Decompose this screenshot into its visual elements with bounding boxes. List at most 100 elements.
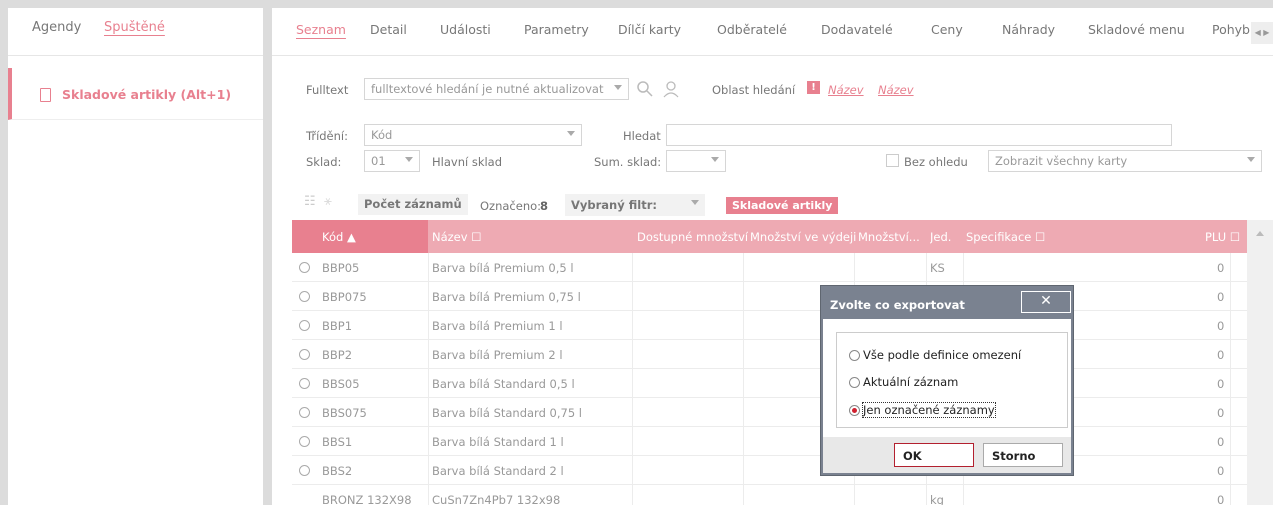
table-row[interactable]: BBS2 Barva bílá Standard 2 l 0	[292, 456, 1247, 485]
cell-nazev: Barva bílá Premium 2 l	[432, 348, 563, 362]
option-current-record[interactable]: Aktuální záznam	[849, 375, 958, 389]
col-jed[interactable]: Jed.	[930, 230, 951, 244]
cell-jed: KS	[930, 261, 945, 275]
cell-nazev: Barva bílá Standard 2 l	[432, 464, 564, 478]
radio-icon[interactable]	[849, 350, 860, 361]
search-icon[interactable]	[636, 80, 654, 98]
sort-select[interactable]: Kód	[364, 124, 582, 146]
tree-icon[interactable]: ☷	[304, 194, 316, 209]
tab-odberatele[interactable]: Odběratelé	[717, 22, 787, 37]
warning-badge: !	[807, 81, 820, 94]
show-cards-select[interactable]: Zobrazit všechny karty	[988, 150, 1262, 172]
cell-nazev: Barva bílá Premium 1 l	[432, 319, 563, 333]
selected-filter-select[interactable]: Vybraný filtr:	[565, 194, 705, 216]
row-radio[interactable]	[299, 407, 310, 418]
tab-pohyb[interactable]: Pohyb	[1212, 22, 1252, 37]
table-row[interactable]: BBP075 Barva bílá Premium 0,75 l 0	[292, 282, 1247, 311]
tab-udalosti[interactable]: Události	[440, 22, 491, 37]
sum-store-select[interactable]	[666, 150, 726, 172]
table-row[interactable]: BBP05 Barva bílá Premium 0,5 l KS 0	[292, 253, 1247, 282]
area-link-nazev-2[interactable]: Název	[878, 83, 914, 97]
table-row[interactable]: BBP2 Barva bílá Premium 2 l 0	[292, 340, 1247, 369]
vertical-scrollbar[interactable]	[1247, 220, 1273, 505]
row-radio[interactable]	[299, 378, 310, 389]
col-dostupne[interactable]: Dostupné množství	[637, 230, 748, 244]
marked-count: 8	[540, 199, 549, 213]
table-row[interactable]: BRONZ 132X98 CuSn7Zn4Pb7 132x98 kg 0	[292, 485, 1247, 505]
table-row[interactable]: BBS075 Barva bílá Standard 0,75 l 0	[292, 398, 1247, 427]
cell-jed: kg	[930, 493, 944, 505]
store-select[interactable]: 01	[364, 150, 420, 172]
option-all-by-restriction[interactable]: Vše podle definice omezení	[849, 348, 1021, 362]
tab-scroll-arrows[interactable]: ◀ ▶	[1251, 22, 1273, 44]
tab-skladove-menu[interactable]: Skladové menu	[1088, 22, 1185, 37]
tab-parametry[interactable]: Parametry	[524, 22, 589, 37]
count-records-button[interactable]: Počet záznamů	[358, 194, 468, 215]
radio-selected-icon[interactable]	[849, 405, 860, 416]
row-radio[interactable]	[299, 436, 310, 447]
cell-plu: 0	[1217, 290, 1225, 304]
option-label: Jen označené záznamy	[862, 402, 996, 418]
row-radio[interactable]	[299, 320, 310, 331]
cell-plu: 0	[1217, 377, 1225, 391]
tab-dilci-karty[interactable]: Dílčí karty	[618, 22, 681, 37]
tab-seznam[interactable]: Seznam	[296, 22, 346, 37]
main-panel: Seznam Detail Události Parametry Dílčí k…	[272, 8, 1273, 505]
store-name: Hlavní sklad	[432, 155, 503, 169]
store-value: 01	[371, 154, 386, 168]
user-search-icon[interactable]	[662, 80, 680, 98]
store-label: Sklad:	[306, 155, 342, 169]
cell-kod: BBS075	[322, 406, 367, 420]
sorted-column-highlight	[292, 220, 428, 253]
col-kod[interactable]: Kód ▲	[322, 230, 356, 244]
col-mnozstvi[interactable]: Množství...	[858, 230, 924, 244]
tab-nahrady[interactable]: Náhrady	[1002, 22, 1055, 37]
col-plu[interactable]: PLU ☐	[1205, 230, 1240, 244]
cell-kod: BRONZ 132X98	[322, 493, 412, 505]
ok-button[interactable]: OK	[894, 443, 974, 467]
row-radio[interactable]	[299, 349, 310, 360]
tab-ceny[interactable]: Ceny	[931, 22, 963, 37]
row-radio[interactable]	[299, 291, 310, 302]
cell-nazev: Barva bílá Standard 0,75 l	[432, 406, 582, 420]
area-link-nazev[interactable]: Název	[828, 83, 864, 97]
cell-kod: BBS05	[322, 377, 360, 391]
cell-plu: 0	[1217, 464, 1225, 478]
search-input[interactable]	[666, 124, 1172, 146]
chevron-down-icon	[691, 200, 699, 205]
row-radio[interactable]	[299, 465, 310, 476]
cell-nazev: Barva bílá Standard 1 l	[432, 435, 564, 449]
search-area-label: Oblast hledání	[712, 83, 796, 97]
cell-nazev: CuSn7Zn4Pb7 132x98	[432, 493, 561, 505]
radio-icon[interactable]	[849, 377, 860, 388]
sidebar-item-skladove-artikly[interactable]: Skladové artikly (Alt+1)	[8, 68, 263, 120]
row-radio[interactable]	[299, 262, 310, 273]
cell-plu: 0	[1217, 261, 1225, 275]
col-specifikace[interactable]: Specifikace ☐	[966, 230, 1045, 244]
option-marked-records[interactable]: Jen označené záznamy	[849, 402, 996, 418]
selected-filter-label: Vybraný filtr:	[571, 198, 657, 212]
cancel-button[interactable]: Storno	[983, 443, 1063, 467]
table-row[interactable]: BBP1 Barva bílá Premium 1 l 0	[292, 311, 1247, 340]
dialog-title: Zvolte co exportovat	[830, 298, 965, 312]
tab-dodavatele[interactable]: Dodavatelé	[821, 22, 893, 37]
col-nazev[interactable]: Název ☐	[432, 230, 482, 244]
tab-detail[interactable]: Detail	[370, 22, 407, 37]
data-grid: Kód ▲ Název ☐ Dostupné množství Množství…	[292, 220, 1273, 505]
scroll-up-icon[interactable]	[1256, 231, 1264, 236]
close-icon[interactable]: ✕	[1021, 291, 1071, 313]
marked-label: Označeno:	[480, 199, 542, 213]
cell-nazev: Barva bílá Premium 0,75 l	[432, 290, 581, 304]
regardless-checkbox[interactable]	[886, 154, 899, 167]
cell-kod: BBS1	[322, 435, 353, 449]
export-dialog: Zvolte co exportovat ✕ Vše podle definic…	[820, 285, 1074, 476]
filter-clear-icon[interactable]: ⚹	[324, 194, 332, 209]
col-ve-vydeji[interactable]: Množství ve výdeji	[750, 230, 856, 244]
regardless-label: Bez ohledu	[904, 155, 968, 169]
table-row[interactable]: BBS1 Barva bílá Standard 1 l 0	[292, 427, 1247, 456]
grid-header: Kód ▲ Název ☐ Dostupné množství Množství…	[292, 220, 1273, 253]
table-row[interactable]: BBS05 Barva bílá Standard 0,5 l 0	[292, 369, 1247, 398]
fulltext-input[interactable]: fulltextové hledání je nutné aktualizova…	[364, 78, 629, 100]
tab-spustene[interactable]: Spuštěné	[104, 20, 165, 35]
tab-agendy[interactable]: Agendy	[32, 20, 81, 35]
